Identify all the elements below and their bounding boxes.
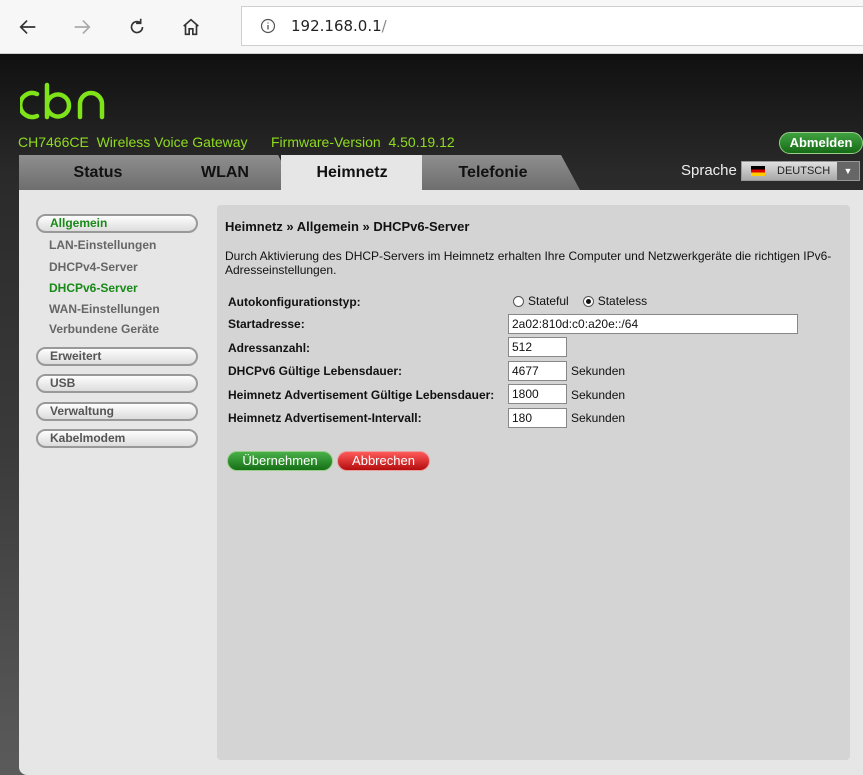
start-address-label: Startadresse: <box>228 317 305 331</box>
forward-icon[interactable] <box>65 10 99 44</box>
back-icon[interactable] <box>11 10 45 44</box>
tab-label: WLAN <box>201 164 249 181</box>
adv-lifetime-input[interactable]: 1800 <box>508 384 567 404</box>
page-description: Durch Aktivierung des DHCP-Servers im He… <box>225 249 832 277</box>
browser-toolbar: 192.168.0.1/ <box>0 0 863 54</box>
tab-status[interactable]: Status <box>19 155 177 190</box>
breadcrumb: Heimnetz » Allgemein » DHCPv6-Server <box>225 219 470 234</box>
sidebar-item-lan-einstellungen[interactable]: LAN-Einstellungen <box>49 238 156 252</box>
cbn-logo: cbn <box>20 82 105 120</box>
unit-label: Sekunden <box>571 388 626 402</box>
url-host: 192.168.0.1 <box>291 17 382 35</box>
sidebar-item-verwaltung[interactable]: Verwaltung <box>36 402 198 421</box>
adv-interval-label: Heimnetz Advertisement-Intervall: <box>228 411 422 425</box>
stateless-radio[interactable] <box>582 295 594 307</box>
stateful-label: Stateful <box>528 294 569 308</box>
language-select[interactable]: DEUTSCH ▼ <box>741 161 860 181</box>
info-icon[interactable] <box>260 18 276 34</box>
logout-button[interactable]: Abmelden <box>779 132 863 154</box>
cancel-button[interactable]: Abbrechen <box>337 451 430 471</box>
sidebar-item-dhcpv4-server[interactable]: DHCPv4-Server <box>49 260 138 274</box>
sidebar-item-usb[interactable]: USB <box>36 374 198 393</box>
main-panel: Allgemein LAN-Einstellungen DHCPv4-Serve… <box>19 190 863 775</box>
home-icon[interactable] <box>174 10 208 44</box>
autoconfig-label: Autokonfigurationstyp: <box>228 295 361 309</box>
reload-icon[interactable] <box>120 10 154 44</box>
address-count-label: Adressanzahl: <box>228 341 311 355</box>
dropdown-arrow-icon[interactable]: ▼ <box>837 162 859 180</box>
dhcpv6-lifetime-label: DHCPv6 Gültige Lebensdauer: <box>228 364 403 378</box>
unit-label: Sekunden <box>571 411 626 425</box>
sidebar-item-wan-einstellungen[interactable]: WAN-Einstellungen <box>49 302 160 316</box>
language-label: Sprache <box>681 162 737 179</box>
content-area: Heimnetz » Allgemein » DHCPv6-Server Dur… <box>217 205 850 760</box>
url-text[interactable]: 192.168.0.1/ <box>291 17 387 35</box>
language-value: DEUTSCH <box>777 165 831 177</box>
router-page: cbn CH7466CE Wireless Voice Gateway Firm… <box>0 54 863 775</box>
sidebar-item-kabelmodem[interactable]: Kabelmodem <box>36 429 198 448</box>
address-bar[interactable]: 192.168.0.1/ <box>241 6 863 46</box>
dhcpv6-lifetime-input[interactable]: 4677 <box>508 361 567 381</box>
tab-wlan[interactable]: WLAN <box>155 155 295 190</box>
tab-label: Telefonie <box>458 164 528 181</box>
unit-label: Sekunden <box>571 364 626 378</box>
adv-lifetime-label: Heimnetz Advertisement Gültige Lebensdau… <box>228 388 495 402</box>
sidebar-item-dhcpv6-server[interactable]: DHCPv6-Server <box>49 281 138 295</box>
model-name: CH7466CE Wireless Voice Gateway <box>18 134 248 150</box>
tab-label: Heimnetz <box>316 164 388 181</box>
start-address-input[interactable]: 2a02:810d:c0:a20e::/64 <box>508 314 798 334</box>
sidebar-item-verbundene-geraete[interactable]: Verbundene Geräte <box>49 322 159 336</box>
sidebar-item-allgemein[interactable]: Allgemein <box>36 214 198 233</box>
tab-heimnetz[interactable]: Heimnetz <box>281 155 441 190</box>
tab-label: Status <box>73 164 123 181</box>
address-count-input[interactable]: 512 <box>508 337 567 357</box>
sidebar-item-erweitert[interactable]: Erweitert <box>36 347 198 366</box>
german-flag-icon <box>751 166 765 176</box>
tab-telefonie[interactable]: Telefonie <box>422 155 580 190</box>
stateful-radio[interactable] <box>513 295 524 307</box>
apply-button[interactable]: Übernehmen <box>227 451 333 471</box>
autoconfig-radio-group: Stateful Stateless <box>513 294 647 308</box>
logo-text: cbn <box>20 82 22 83</box>
firmware-version: Firmware-Version 4.50.19.12 <box>271 134 455 150</box>
url-path: / <box>381 17 387 35</box>
adv-interval-input[interactable]: 180 <box>508 408 567 428</box>
stateless-label: Stateless <box>597 294 648 308</box>
